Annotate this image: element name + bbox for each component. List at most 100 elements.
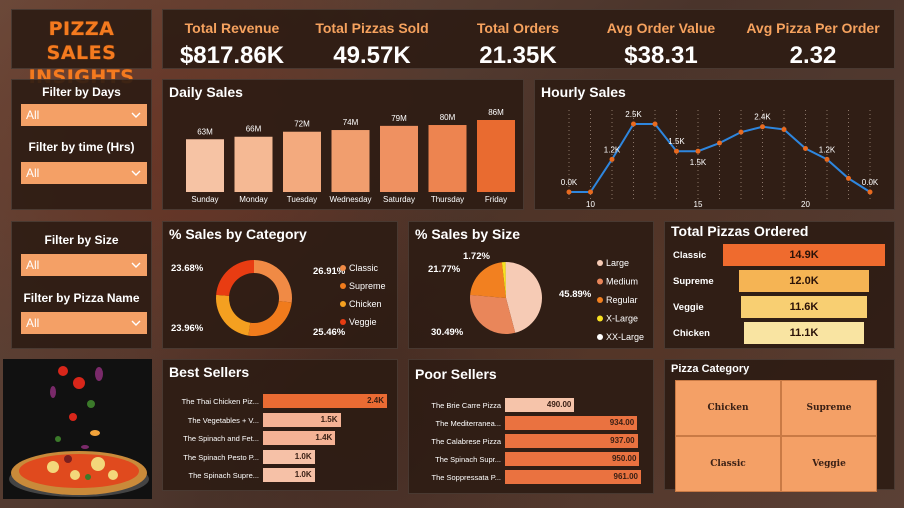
best-seller-label: The Spinach Supre... bbox=[188, 471, 259, 480]
best-seller-bar[interactable]: 2.4K bbox=[263, 394, 387, 408]
category-slice[interactable] bbox=[216, 294, 251, 336]
poor-seller-bar[interactable]: 934.00 bbox=[505, 416, 638, 430]
poor-seller-label: The Soppressata P... bbox=[431, 473, 502, 482]
total-pizzas-label: Classic bbox=[673, 250, 707, 261]
category-slice[interactable] bbox=[248, 300, 292, 336]
daily-category-label: Monday bbox=[239, 195, 267, 204]
daily-bar[interactable] bbox=[283, 131, 321, 192]
daily-bar-label: 80M bbox=[440, 113, 456, 122]
total-pizzas-bar[interactable]: 11.1K bbox=[743, 322, 865, 344]
hourly-data-label: 1.2K bbox=[819, 145, 836, 154]
hourly-point[interactable] bbox=[566, 189, 572, 195]
filter-days-select[interactable]: All bbox=[21, 104, 147, 126]
chevron-down-icon bbox=[131, 170, 141, 176]
category-tile-classic[interactable]: Classic bbox=[675, 436, 781, 492]
daily-bar[interactable] bbox=[331, 130, 370, 192]
kpi-value: 2.32 bbox=[789, 42, 837, 69]
hourly-point[interactable] bbox=[695, 148, 701, 154]
category-slice[interactable] bbox=[216, 260, 254, 296]
category-tile-label: Veggie bbox=[812, 459, 846, 469]
daily-category-label: Thursday bbox=[431, 195, 464, 204]
hourly-point[interactable] bbox=[803, 145, 808, 151]
daily-bar[interactable] bbox=[234, 136, 273, 192]
daily-bar-label: 63M bbox=[197, 127, 213, 136]
legend-dot bbox=[340, 283, 346, 289]
hourly-point[interactable] bbox=[760, 124, 765, 130]
filter-size-value: All bbox=[26, 258, 40, 272]
total-pizzas-bar[interactable]: 12.0K bbox=[738, 270, 870, 292]
category-tile-chicken[interactable]: Chicken bbox=[675, 380, 781, 436]
poor-seller-bar[interactable]: 490.00 bbox=[505, 398, 575, 412]
hourly-point[interactable] bbox=[867, 189, 873, 195]
hourly-point[interactable] bbox=[609, 156, 615, 162]
size-slice[interactable] bbox=[470, 262, 506, 298]
sales-by-size-chart: 45.89% 30.49% 21.77%1.72% Large Medium Regula… bbox=[428, 251, 644, 342]
size-legend-label: X-Large bbox=[606, 314, 638, 324]
kpi-total-revenue: Total Revenue $817.86K bbox=[167, 10, 297, 70]
hourly-data-label: 2.4K bbox=[754, 113, 771, 122]
total-pizzas-bar[interactable]: 14.9K bbox=[723, 244, 885, 266]
best-seller-bar[interactable]: 1.0K bbox=[263, 468, 315, 482]
poor-seller-label: The Calabrese Pizza bbox=[431, 437, 501, 446]
filter-time-select[interactable]: All bbox=[21, 162, 147, 184]
filter-panel-days-time: Filter by Days All Filter by time (Hrs) … bbox=[11, 79, 152, 210]
kpi-avg-order-value: Avg Order Value $38.31 bbox=[596, 10, 726, 70]
kpi-value: $38.31 bbox=[624, 42, 698, 69]
daily-bar[interactable] bbox=[477, 120, 515, 192]
kpi-label: Avg Pizza Per Order bbox=[746, 20, 880, 36]
total-pizzas-label: Chicken bbox=[673, 328, 710, 339]
daily-bar[interactable] bbox=[380, 125, 418, 192]
daily-bar[interactable] bbox=[428, 125, 467, 192]
category-legend-label: Supreme bbox=[349, 281, 386, 291]
category-tile-veggie[interactable]: Veggie bbox=[781, 436, 877, 492]
filter-name-select[interactable]: All bbox=[21, 312, 147, 334]
size-slice-label: 1.72% bbox=[463, 251, 490, 262]
category-slice-label: 23.96% bbox=[171, 323, 204, 334]
hourly-point[interactable] bbox=[631, 121, 636, 127]
sales-by-size-panel: % Sales by Size 45.89% 30.49% 21.77% 1.72% L… bbox=[408, 221, 654, 349]
poor-seller-bar[interactable]: 961.00 bbox=[505, 470, 641, 484]
best-seller-label: The Spinach Pesto P... bbox=[183, 452, 259, 462]
hourly-point[interactable] bbox=[674, 148, 679, 154]
hourly-data-label: 1.5K bbox=[690, 158, 707, 167]
hourly-point[interactable] bbox=[588, 189, 593, 195]
chevron-down-icon bbox=[131, 262, 141, 268]
hourly-data-label: 1.5K bbox=[668, 137, 685, 146]
kpi-label: Total Pizzas Sold bbox=[315, 20, 429, 36]
poor-seller-bar[interactable]: 937.00 bbox=[505, 434, 638, 448]
hourly-point[interactable] bbox=[738, 129, 744, 135]
hourly-point[interactable] bbox=[652, 121, 658, 127]
best-seller-bar[interactable]: 1.4K bbox=[263, 431, 336, 445]
kpi-value: 49.57K bbox=[333, 42, 411, 69]
hourly-point[interactable] bbox=[846, 175, 851, 181]
best-seller-bar[interactable]: 1.5K bbox=[263, 412, 341, 427]
filter-days-label: Filter by Days bbox=[42, 85, 121, 99]
best-sellers-panel: Best Sellers The Thai Chicken Piz... 2.4K… bbox=[162, 359, 398, 491]
hourly-point[interactable] bbox=[717, 140, 722, 146]
daily-sales-panel: Daily Sales 63M Sunday 66M Monday 72M Tuesday… bbox=[162, 79, 524, 210]
category-tile-label: Classic bbox=[710, 459, 746, 469]
pizza-category-title: Pizza Category bbox=[671, 363, 750, 375]
daily-bar-label: 79M bbox=[391, 114, 407, 123]
poor-seller-bar[interactable]: 950.00 bbox=[505, 452, 640, 466]
legend-dot bbox=[597, 278, 603, 285]
best-sellers-title: Best Sellers bbox=[169, 364, 250, 380]
kpi-value: 21.35K bbox=[479, 42, 557, 69]
kpi-value: $817.86K bbox=[179, 42, 285, 69]
size-slice-label: 45.89% bbox=[559, 289, 592, 300]
best-seller-bar[interactable]: 1.0K bbox=[263, 449, 315, 464]
daily-bar[interactable] bbox=[186, 139, 224, 192]
filter-name-value: All bbox=[26, 316, 40, 330]
legend-dot bbox=[597, 297, 603, 303]
daily-bar-label: 86M bbox=[488, 108, 504, 117]
total-pizzas-bar[interactable]: 11.6K bbox=[740, 296, 868, 318]
category-tile-supreme[interactable]: Supreme bbox=[781, 380, 877, 436]
daily-category-label: Friday bbox=[485, 195, 507, 204]
hourly-point[interactable] bbox=[824, 156, 830, 162]
size-slice-label: 30.49% bbox=[431, 327, 464, 338]
filter-size-select[interactable]: All bbox=[21, 254, 147, 276]
hourly-point[interactable] bbox=[781, 126, 787, 132]
legend-dot bbox=[597, 334, 603, 340]
category-slice[interactable] bbox=[254, 260, 292, 303]
kpi-panel: Total Revenue $817.86K Total Pizzas Sold… bbox=[162, 9, 895, 69]
